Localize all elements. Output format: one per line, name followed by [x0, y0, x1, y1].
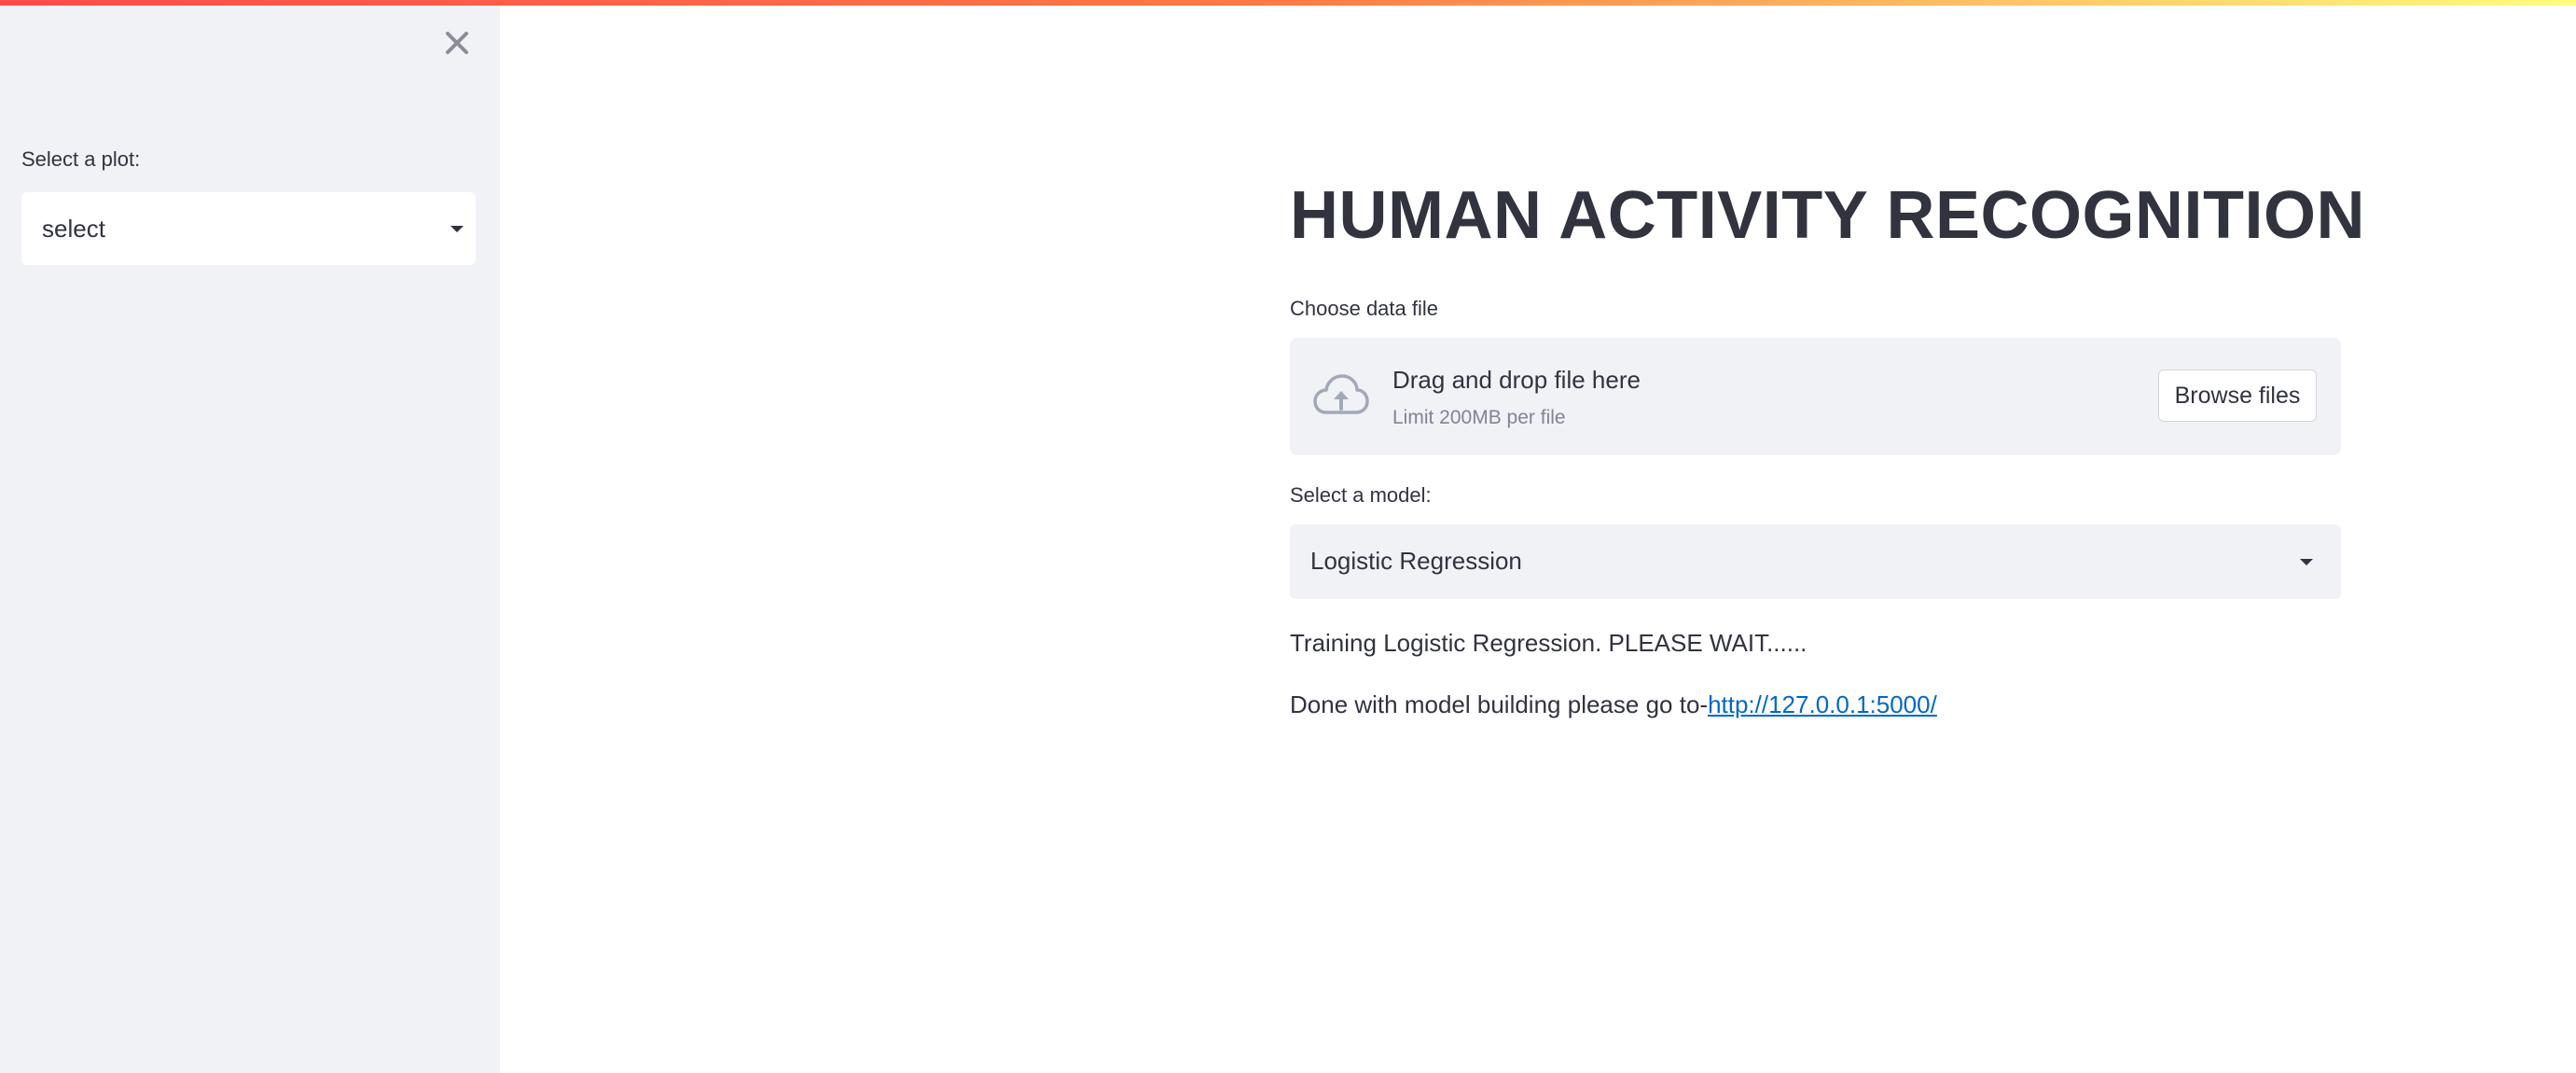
plot-select-value: select — [42, 215, 105, 243]
page-title: HUMAN ACTIVITY RECOGNITION — [1290, 178, 2366, 253]
done-status-text: Done with model building please go to-ht… — [1290, 690, 1937, 719]
file-uploader-dropzone[interactable]: Drag and drop file here Limit 200MB per … — [1290, 338, 2341, 455]
done-message: Done with model building please go to- — [1290, 690, 1709, 718]
plot-select[interactable]: select — [21, 192, 476, 265]
model-select-label: Select a model: — [1290, 483, 1432, 507]
dropzone-limit-text: Limit 200MB per file — [1392, 407, 1566, 428]
cloud-upload-icon — [1312, 373, 1370, 418]
training-status-text: Training Logistic Regression. PLEASE WAI… — [1290, 629, 1807, 657]
chevron-down-icon — [450, 226, 464, 232]
plot-select-label: Select a plot: — [21, 147, 141, 171]
dropzone-instruction: Drag and drop file here — [1392, 366, 1641, 394]
sidebar: Select a plot: select — [0, 0, 500, 1073]
chevron-down-icon — [2300, 559, 2313, 565]
file-upload-label: Choose data file — [1290, 297, 1438, 320]
model-select[interactable]: Logistic Regression — [1290, 524, 2341, 599]
model-select-value: Logistic Regression — [1310, 547, 1522, 575]
top-decoration-bar — [0, 0, 2576, 6]
app-link[interactable]: http://127.0.0.1:5000/ — [1708, 690, 1937, 718]
close-icon[interactable] — [438, 24, 476, 62]
browse-files-button[interactable]: Browse files — [2158, 369, 2317, 422]
